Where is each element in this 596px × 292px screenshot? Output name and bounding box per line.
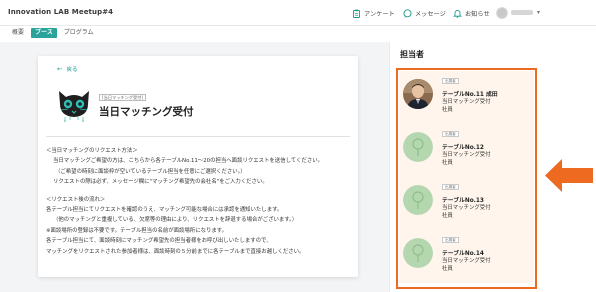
highlight-frame — [396, 68, 537, 289]
questionnaire-link[interactable]: アンケート — [352, 6, 395, 20]
messages-link[interactable]: メッセージ — [403, 6, 446, 20]
clipboard-icon — [352, 9, 361, 18]
text-gap — [46, 188, 354, 195]
tab-booth[interactable]: ブース — [31, 28, 57, 38]
text-line: （ご希望の時刻に面談枠が空いているテーブル担当を任意にご選択ください。） — [55, 168, 246, 175]
text-line: ＜当日マッチングのリクエスト方法＞ — [46, 148, 138, 154]
text-line: 当日マッチングご希望の方は、こちらから各テーブルNo.11〜20の担当へ面談リク… — [53, 158, 323, 165]
tab-overview[interactable]: 概要 — [8, 28, 28, 38]
user-name-blurred[interactable] — [511, 10, 533, 15]
panel-divider — [389, 42, 390, 292]
text-line: 各テーブル担当にてリクエストを確認のうえ、マッチング可能な場合には承認を通知いた… — [46, 207, 283, 214]
text-line: ※面談場所の登録は不要です。テーブル担当の名前が面談場所になります。 — [46, 227, 228, 234]
arrow-left-callout-icon — [545, 158, 593, 193]
user-avatar[interactable] — [496, 7, 508, 19]
app-title[interactable]: Innovation LAB Meetup#4 — [8, 8, 113, 16]
arrow-left-icon: ← — [57, 65, 63, 73]
tab-program[interactable]: プログラム — [60, 28, 98, 38]
booth-logo-cat-icon — [55, 84, 93, 122]
bell-icon — [453, 9, 462, 18]
booth-description: ＜当日マッチングのリクエスト方法＞ 当日マッチングご希望の方は、こちらから各テー… — [46, 146, 354, 257]
booth-title: 当日マッチング受付 — [99, 106, 194, 118]
chat-bubble-icon — [403, 8, 412, 18]
chevron-down-icon[interactable]: ▾ — [537, 9, 540, 16]
questionnaire-label: アンケート — [364, 10, 395, 18]
staff-panel-title: 担当者 — [400, 50, 424, 59]
booth-category-tag: [当日マッチング受付] — [99, 94, 146, 101]
messages-label: メッセージ — [415, 10, 446, 18]
text-line: マッチングをリクエストされた参加者様は、面談時刻の５分前までに各テーブルまで直接… — [46, 248, 305, 255]
back-link[interactable]: ← 戻る — [57, 65, 77, 73]
text-line: リクエストの際は必ず、メッセージ欄に"マッチング希望先の会社名"をご入力ください… — [53, 179, 268, 186]
text-line: ＜リクエスト後の流れ＞ — [46, 196, 106, 203]
notifications-label: お知らせ — [465, 10, 490, 18]
card-divider — [46, 136, 350, 137]
text-line: 各テーブル担当にて、面談時刻にマッチング希望先の担当者様をお呼び出しいたしますの… — [46, 238, 272, 245]
tab-bar: 概要 ブース プログラム — [8, 27, 101, 39]
text-line: （他のマッチングと重複している、欠席等の理由により、リクエストを辞退する場合がご… — [53, 217, 298, 224]
back-label: 戻る — [66, 67, 78, 73]
booth-detail-card: ← 戻る [当日マッチング受付] 当日マッチング受付 ＜当日マッチングのリクエス… — [38, 56, 358, 277]
notifications-link[interactable]: お知らせ — [453, 6, 490, 20]
top-header: Innovation LAB Meetup#4 アンケート メッセージ お知らせ… — [0, 0, 596, 26]
